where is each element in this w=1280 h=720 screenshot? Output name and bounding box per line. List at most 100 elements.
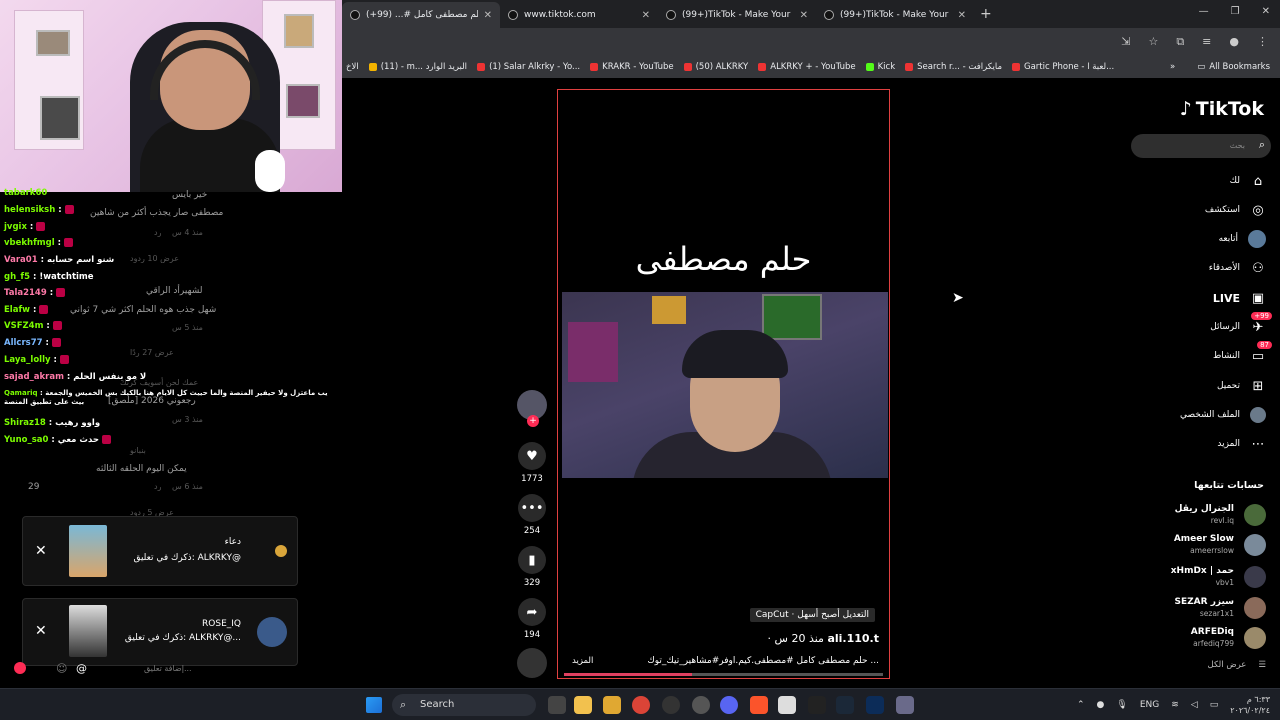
extensions-icon[interactable]: ⧉ (1176, 35, 1184, 49)
discord-icon[interactable] (720, 696, 738, 714)
capcut-tag[interactable]: CapCut · التعديل أصبح أسهل (749, 608, 875, 622)
mention-notification[interactable]: ✕ ROSE_IQ ذكرك في تعليق: ALKRKY@... (22, 598, 298, 666)
close-icon[interactable]: ✕ (35, 543, 47, 559)
close-tab-icon[interactable]: ✕ (800, 10, 808, 21)
volume-icon[interactable]: ◁ (1191, 700, 1198, 710)
followed-account[interactable]: ARFEDiq arfediq799 (1116, 625, 1266, 651)
nav-messages[interactable]: الرسائل ✈ +99 (1116, 311, 1272, 337)
menu-icon[interactable]: ⋮ (1257, 35, 1268, 49)
bookmark[interactable]: Kick (865, 62, 895, 72)
language-indicator[interactable]: ENG (1140, 700, 1159, 710)
bookmark[interactable]: (11) - m... البريد الوارد (368, 62, 467, 72)
bookmark[interactable]: ALKRKY + - YouTube (758, 62, 856, 72)
notification-user: ROSE_IQ (202, 619, 241, 629)
list-icon: ☰ (1258, 660, 1266, 670)
star-icon[interactable]: ☆ (1148, 35, 1158, 49)
bookmark[interactable]: الاخ (346, 62, 359, 72)
more-link[interactable]: المزيد (572, 656, 593, 666)
all-bookmarks-button[interactable]: ▭ All Bookmarks (1197, 62, 1270, 72)
close-tab-icon[interactable]: ✕ (958, 10, 966, 21)
battery-icon[interactable]: ▭ (1210, 700, 1219, 710)
emote-icon (59, 355, 69, 364)
media-icon[interactable]: ≡ (1202, 35, 1211, 49)
nav-profile[interactable]: الملف الشخصي (1116, 405, 1266, 425)
nav-for-you[interactable]: لك ⌂ (1116, 171, 1266, 191)
nav-activity[interactable]: النشاط ▭ 87 (1116, 340, 1272, 366)
nav-upload[interactable]: تحميل ⊞ (1116, 376, 1266, 396)
share-button[interactable]: ➦ 194 (514, 598, 550, 640)
minimize-icon[interactable]: — (1199, 6, 1209, 17)
chat-line: Allcrs77 : (4, 338, 61, 348)
save-button[interactable]: ▮ 329 (514, 546, 550, 588)
comment-input[interactable]: ☺ @ إضافة تعليق... (14, 660, 234, 680)
followed-account[interactable]: الجنرال ريڤل revl.iq (1116, 502, 1266, 528)
bookmark[interactable]: Gartic Phone - لعبة ا... (1012, 62, 1114, 72)
search-input[interactable]: بحث ⌕ (1131, 134, 1271, 158)
brave-icon[interactable] (750, 696, 768, 714)
bookmark[interactable]: Search r... - مايكرافت (905, 62, 1002, 72)
close-tab-icon[interactable]: ✕ (484, 10, 492, 21)
followed-account[interactable]: xHmDx | حمد vbv1 (1116, 564, 1266, 590)
taskbar-search[interactable]: ⌕ Search (392, 694, 536, 716)
file-explorer-icon[interactable] (574, 696, 592, 714)
task-view-icon[interactable] (548, 696, 566, 714)
settings-icon[interactable] (692, 696, 710, 714)
browser-tab-1[interactable]: حلم مصطفى كامل #... (99+) ✕ (342, 2, 500, 28)
steam-icon[interactable] (836, 696, 854, 714)
app-icon[interactable] (778, 696, 796, 714)
chat-user: Qamariq (4, 389, 38, 397)
like-button[interactable]: ♥ 1773 (514, 442, 550, 484)
compass-icon: ◎ (1252, 202, 1264, 218)
bookmark[interactable]: (50) ALKRKY (683, 62, 748, 72)
followed-account[interactable]: Ameer Slow ameerrslow (1116, 532, 1266, 558)
comment-button[interactable]: ••• 254 (514, 494, 550, 536)
show-all-link[interactable]: عرض الكل ☰ (1208, 660, 1266, 670)
chrome-icon[interactable] (632, 696, 650, 714)
install-icon[interactable]: ⇲ (1121, 35, 1130, 49)
search-icon[interactable]: ⌕ (1259, 138, 1265, 152)
home-icon: ⌂ (1253, 173, 1263, 189)
new-tab-icon[interactable]: + (980, 6, 992, 22)
folder-icon[interactable] (603, 696, 621, 714)
webcam-overlay (0, 0, 342, 192)
obs-icon[interactable] (662, 696, 680, 714)
chevron-up-icon[interactable]: ⌃ (1077, 700, 1085, 710)
app-icon[interactable] (896, 696, 914, 714)
video-author[interactable]: · منذ 20 س ali.110.t (768, 632, 879, 645)
windows-start-icon[interactable] (366, 697, 382, 713)
avatar-icon[interactable]: ● (1229, 35, 1239, 49)
video-player[interactable]: حلم مصطفى CapCut · التعديل أصبح أسهل · م… (557, 89, 890, 679)
browser-tab-2[interactable]: www.tiktok.com ✕ (500, 2, 658, 28)
nav-live[interactable]: LIVE ▣ (1116, 288, 1266, 308)
wifi-icon[interactable]: ≋ (1171, 700, 1179, 710)
mic-icon[interactable]: 🎙︎ (1116, 700, 1127, 710)
tiktok-logo[interactable]: ♪ TikTok (1180, 98, 1264, 120)
clock[interactable]: ٦:٣٣ م ٢٠٢٦/٠٢/٢٤ (1230, 694, 1270, 716)
browser-tab-3[interactable]: (99+)TikTok - Make Your Day ✕ (658, 2, 816, 28)
restore-icon[interactable]: ❐ (1231, 6, 1240, 17)
mention-notification[interactable]: ✕ دعاء ذكرك في تعليق: ALKRKY@ (22, 516, 298, 586)
close-window-icon[interactable]: ✕ (1262, 6, 1270, 17)
photoshop-icon[interactable] (866, 696, 884, 714)
emoji-icon[interactable]: ☺ (56, 662, 67, 675)
mention-icon[interactable]: @ (76, 662, 87, 675)
follow-plus-icon[interactable]: + (527, 415, 539, 427)
close-icon[interactable]: ✕ (35, 623, 47, 639)
music-disc-button[interactable] (514, 648, 550, 678)
browser-tab-4[interactable]: (99+)TikTok - Make Your Day ✕ (816, 2, 974, 28)
network-tray-icon[interactable]: ● (1097, 700, 1105, 710)
close-tab-icon[interactable]: ✕ (642, 10, 650, 21)
progress-bar[interactable] (564, 673, 883, 676)
creator-avatar-button[interactable]: + (514, 390, 550, 427)
more-bookmarks-icon[interactable]: » (1170, 62, 1175, 72)
nav-friends[interactable]: الأصدقاء ⚇ (1116, 258, 1266, 278)
followed-account[interactable]: SEZAR سيزر sezar1x1 (1116, 595, 1266, 621)
avatar (275, 545, 287, 557)
bookmark[interactable]: KRAKR - YouTube (590, 62, 674, 72)
nav-following[interactable]: أتابعه (1116, 229, 1266, 249)
nav-more[interactable]: المزيد ⋯ (1116, 434, 1266, 454)
chat-text: شنو اسم حسابه (46, 255, 115, 265)
capcut-icon[interactable] (808, 696, 826, 714)
bookmark[interactable]: (1) Salar Alkrky - Yo... (477, 62, 580, 72)
nav-explore[interactable]: استكشف ◎ (1116, 200, 1266, 220)
